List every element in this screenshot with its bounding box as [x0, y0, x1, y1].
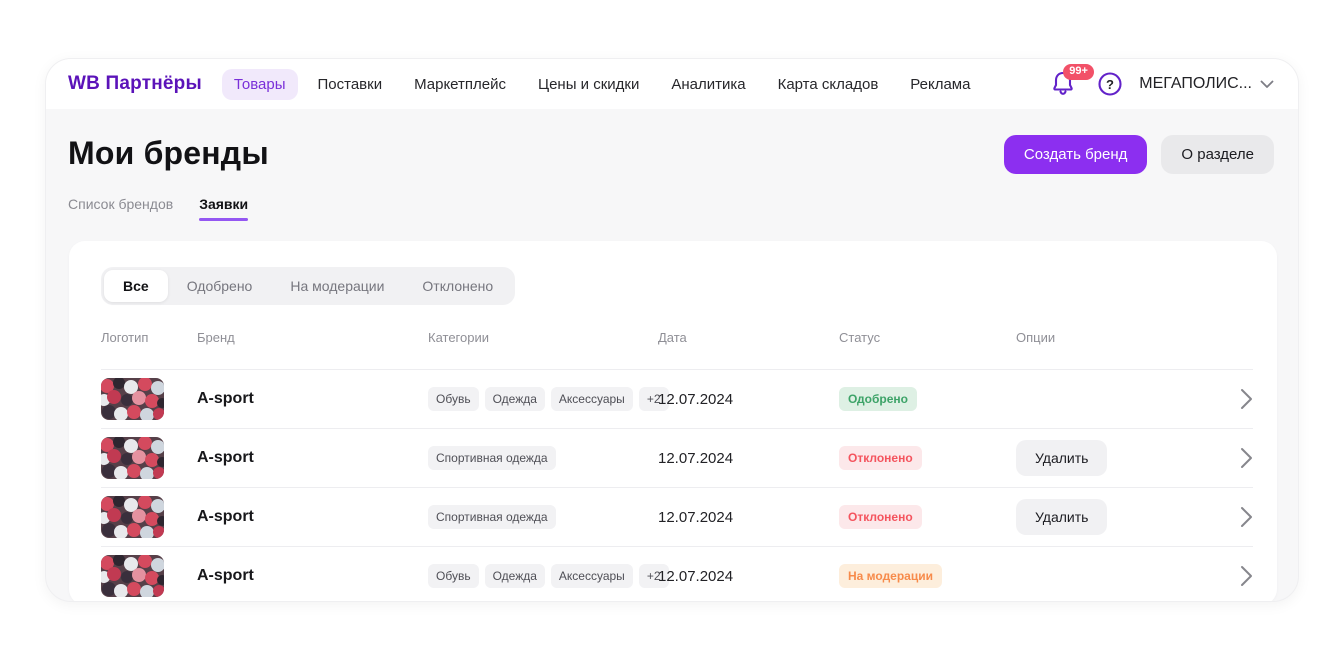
- col-header-categories: Категории: [428, 330, 658, 345]
- nav-item-prices[interactable]: Цены и скидки: [526, 69, 651, 100]
- page-tabs: Список брендов Заявки: [68, 196, 1274, 221]
- category-chip: Обувь: [428, 564, 479, 588]
- delete-button[interactable]: Удалить: [1016, 440, 1107, 476]
- category-chip: Одежда: [485, 387, 545, 411]
- wb-partners-logo[interactable]: WB Партнёры: [68, 73, 202, 95]
- brand-name: A-sport: [197, 567, 428, 585]
- account-menu[interactable]: МЕГАПОЛИС...: [1139, 75, 1274, 93]
- chevron-right-icon: [1240, 447, 1253, 469]
- app-window: WB Партнёры Товары Поставки Маркетплейс …: [45, 58, 1299, 602]
- nav-item-marketplace[interactable]: Маркетплейс: [402, 69, 518, 100]
- nav-item-analytics[interactable]: Аналитика: [659, 69, 757, 100]
- category-chips: Спортивная одежда: [428, 446, 658, 470]
- chevron-right-icon: [1240, 506, 1253, 528]
- status-badge: Одобрено: [839, 387, 917, 411]
- status-badge: Отклонено: [839, 446, 922, 470]
- col-header-brand: Бренд: [197, 330, 428, 345]
- applications-card: Все Одобрено На модерации Отклонено Лого…: [69, 241, 1277, 602]
- brand-name: A-sport: [197, 390, 428, 408]
- status-badge: На модерации: [839, 564, 942, 588]
- category-chip: Аксессуары: [551, 387, 633, 411]
- table-row[interactable]: A-sport Спортивная одежда 12.07.2024 Отк…: [101, 487, 1253, 546]
- row-open-button[interactable]: [1240, 447, 1253, 469]
- filter-approved[interactable]: Одобрено: [168, 270, 272, 302]
- notifications-button[interactable]: 99+: [1051, 70, 1081, 98]
- status-filter: Все Одобрено На модерации Отклонено: [101, 267, 515, 305]
- category-chip: Обувь: [428, 387, 479, 411]
- application-date: 12.07.2024: [658, 509, 839, 526]
- category-chips: Обувь Одежда Аксессуары +2: [428, 387, 658, 411]
- account-name: МЕГАПОЛИС...: [1139, 75, 1252, 93]
- nav-item-ads[interactable]: Реклама: [898, 69, 982, 100]
- filter-moderation[interactable]: На модерации: [271, 270, 403, 302]
- row-open-button[interactable]: [1240, 565, 1253, 587]
- svg-text:?: ?: [1106, 77, 1114, 92]
- page-title: Мои бренды: [68, 135, 269, 172]
- brand-logo-image: [101, 555, 164, 597]
- top-navigation: WB Партнёры Товары Поставки Маркетплейс …: [46, 59, 1298, 109]
- brand-logo-image: [101, 496, 164, 538]
- filter-all[interactable]: Все: [104, 270, 168, 302]
- table-row[interactable]: A-sport Обувь Одежда Аксессуары +2 12.07…: [101, 546, 1253, 602]
- help-button[interactable]: ?: [1097, 71, 1123, 97]
- brand-name: A-sport: [197, 449, 428, 467]
- about-section-button[interactable]: О разделе: [1161, 135, 1274, 174]
- category-chip: Одежда: [485, 564, 545, 588]
- application-date: 12.07.2024: [658, 391, 839, 408]
- col-header-options: Опции: [1016, 330, 1205, 345]
- row-open-button[interactable]: [1240, 388, 1253, 410]
- chevron-right-icon: [1240, 565, 1253, 587]
- application-date: 12.07.2024: [658, 450, 839, 467]
- col-header-date: Дата: [658, 330, 839, 345]
- nav-item-warehouse-map[interactable]: Карта складов: [766, 69, 891, 100]
- table-header: Логотип Бренд Категории Дата Статус Опци…: [101, 305, 1253, 369]
- question-circle-icon: ?: [1097, 71, 1123, 97]
- main-nav: Товары Поставки Маркетплейс Цены и скидк…: [222, 69, 983, 100]
- nav-item-postavki[interactable]: Поставки: [306, 69, 395, 100]
- delete-button[interactable]: Удалить: [1016, 499, 1107, 535]
- tab-brand-list[interactable]: Список брендов: [68, 196, 173, 221]
- application-date: 12.07.2024: [658, 568, 839, 585]
- category-chip: Спортивная одежда: [428, 446, 556, 470]
- category-chips: Спортивная одежда: [428, 505, 658, 529]
- table-row[interactable]: A-sport Обувь Одежда Аксессуары +2 12.07…: [101, 369, 1253, 428]
- category-chip: Аксессуары: [551, 564, 633, 588]
- brand-logo-image: [101, 378, 164, 420]
- nav-item-tovary[interactable]: Товары: [222, 69, 298, 100]
- brand-logo-image: [101, 437, 164, 479]
- tab-applications[interactable]: Заявки: [199, 196, 248, 221]
- brand-name: A-sport: [197, 508, 428, 526]
- create-brand-button[interactable]: Создать бренд: [1004, 135, 1147, 174]
- filter-rejected[interactable]: Отклонено: [403, 270, 512, 302]
- category-chip: Спортивная одежда: [428, 505, 556, 529]
- table-row[interactable]: A-sport Спортивная одежда 12.07.2024 Отк…: [101, 428, 1253, 487]
- status-badge: Отклонено: [839, 505, 922, 529]
- col-header-logo: Логотип: [101, 330, 197, 345]
- chevron-right-icon: [1240, 388, 1253, 410]
- chevron-down-icon: [1260, 80, 1274, 89]
- notifications-count-badge: 99+: [1063, 64, 1094, 80]
- category-chips: Обувь Одежда Аксессуары +2: [428, 564, 658, 588]
- col-header-status: Статус: [839, 330, 1016, 345]
- row-open-button[interactable]: [1240, 506, 1253, 528]
